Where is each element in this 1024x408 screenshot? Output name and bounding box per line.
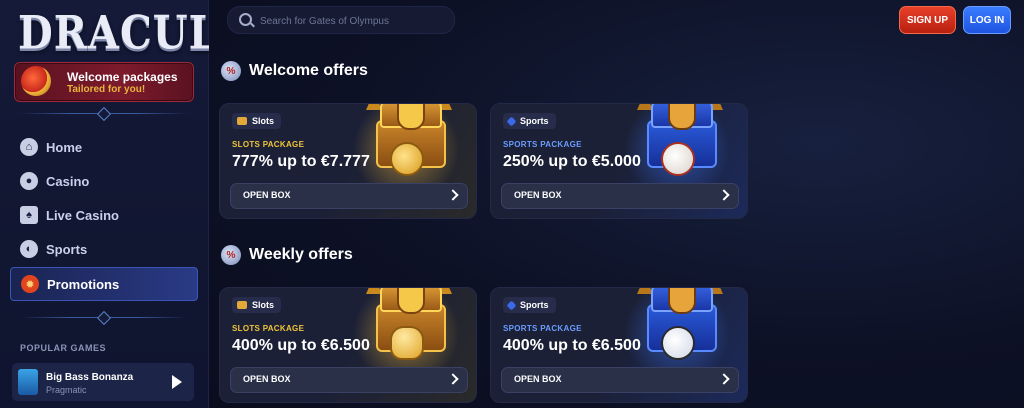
popular-games-heading: POPULAR GAMES (20, 343, 107, 353)
search-input[interactable] (258, 12, 448, 30)
offer-amount: 777% up to €7.777 (232, 153, 370, 170)
play-icon[interactable] (172, 375, 182, 389)
percent-bag-icon: % (221, 245, 241, 265)
promotions-icon: ✹ (21, 275, 39, 293)
open-box-button[interactable]: OPEN BOX (501, 183, 739, 209)
welcome-banner-title: Welcome packages (67, 70, 178, 84)
section-title: Welcome offers (249, 62, 368, 79)
sidebar-item-label: Casino (46, 173, 90, 189)
sidebar: DRACULA Welcome packages Tailored for yo… (0, 0, 249, 408)
slot-machine-icon (237, 117, 247, 125)
package-label: SLOTS PACKAGE (232, 324, 305, 333)
package-label: SLOTS PACKAGE (232, 140, 305, 149)
search-icon (239, 13, 252, 26)
baseball-icon (661, 142, 695, 176)
section-title: Weekly offers (249, 246, 353, 263)
package-label: SPORTS PACKAGE (503, 140, 582, 149)
search-bar[interactable] (227, 6, 455, 34)
chevron-right-icon (718, 373, 730, 385)
game-thumbnail (18, 369, 38, 395)
treasure-chest-icon (366, 104, 452, 176)
dracula-logo[interactable]: DRACULA (18, 6, 249, 64)
log-in-button[interactable]: LOG IN (963, 6, 1011, 34)
package-label: SPORTS PACKAGE (503, 324, 582, 333)
gem-icon (21, 66, 51, 96)
percent-bag-icon: % (221, 61, 241, 81)
sidebar-item-casino[interactable]: ● Casino (10, 165, 196, 197)
casino-chip-icon: ● (20, 172, 38, 190)
weekly-offers-heading: % Weekly offers (221, 242, 353, 268)
open-box-label: OPEN BOX (243, 374, 291, 384)
main-content: SIGN UP LOG IN % Welcome offers Slots SL… (209, 0, 1024, 408)
category-tag: Slots (232, 297, 282, 313)
baseball-icon: ◐ (20, 240, 38, 258)
soccer-ball-icon (661, 326, 695, 360)
sidebar-item-label: Live Casino (46, 207, 119, 223)
category-tag: Sports (503, 297, 556, 313)
open-box-label: OPEN BOX (514, 374, 562, 384)
home-icon: ⌂ (20, 138, 38, 156)
coin-icon (390, 142, 424, 176)
bell-icon (390, 326, 424, 360)
sidebar-item-label: Promotions (47, 276, 120, 292)
chevron-right-icon (447, 189, 459, 201)
ornament-divider (20, 106, 188, 122)
welcome-banner-subtitle: Tailored for you! (67, 84, 146, 95)
offer-card-sports[interactable]: Sports SPORTS PACKAGE 400% up to €6.500 … (490, 287, 748, 403)
offer-card-sports[interactable]: Sports SPORTS PACKAGE 250% up to €5.000 … (490, 103, 748, 219)
category-tag: Slots (232, 113, 282, 129)
ornament-divider (20, 310, 188, 326)
sidebar-item-promotions[interactable]: ✹ Promotions (10, 267, 198, 301)
offer-card-slots[interactable]: Slots SLOTS PACKAGE 400% up to €6.500 OP… (219, 287, 477, 403)
game-provider: Pragmatic (46, 385, 87, 395)
offer-amount: 250% up to €5.000 (503, 153, 641, 170)
offer-card-slots[interactable]: Slots SLOTS PACKAGE 777% up to €7.777 OP… (219, 103, 477, 219)
sidebar-item-sports[interactable]: ◐ Sports (10, 233, 196, 265)
popular-game-item[interactable]: Big Bass Bonanza Pragmatic (12, 363, 194, 401)
sports-icon (506, 300, 517, 310)
treasure-chest-icon (637, 104, 723, 176)
open-box-button[interactable]: OPEN BOX (230, 183, 468, 209)
sports-icon (506, 116, 517, 126)
welcome-offers-heading: % Welcome offers (221, 58, 368, 84)
game-name: Big Bass Bonanza (46, 372, 134, 383)
welcome-packages-banner[interactable]: Welcome packages Tailored for you! (14, 62, 194, 102)
sidebar-item-live-casino[interactable]: ♠ Live Casino (10, 199, 196, 231)
offer-amount: 400% up to €6.500 (503, 337, 641, 354)
treasure-chest-icon (366, 288, 452, 360)
chevron-right-icon (718, 189, 730, 201)
sign-up-button[interactable]: SIGN UP (899, 6, 956, 34)
cards-icon: ♠ (20, 206, 38, 224)
open-box-label: OPEN BOX (514, 190, 562, 200)
sidebar-item-label: Home (46, 139, 83, 155)
sidebar-item-label: Sports (46, 241, 88, 257)
offer-amount: 400% up to €6.500 (232, 337, 370, 354)
category-tag: Sports (503, 113, 556, 129)
open-box-button[interactable]: OPEN BOX (501, 367, 739, 393)
sidebar-item-home[interactable]: ⌂ Home (10, 131, 196, 163)
chevron-right-icon (447, 373, 459, 385)
open-box-label: OPEN BOX (243, 190, 291, 200)
slot-machine-icon (237, 301, 247, 309)
treasure-chest-icon (637, 288, 723, 360)
open-box-button[interactable]: OPEN BOX (230, 367, 468, 393)
